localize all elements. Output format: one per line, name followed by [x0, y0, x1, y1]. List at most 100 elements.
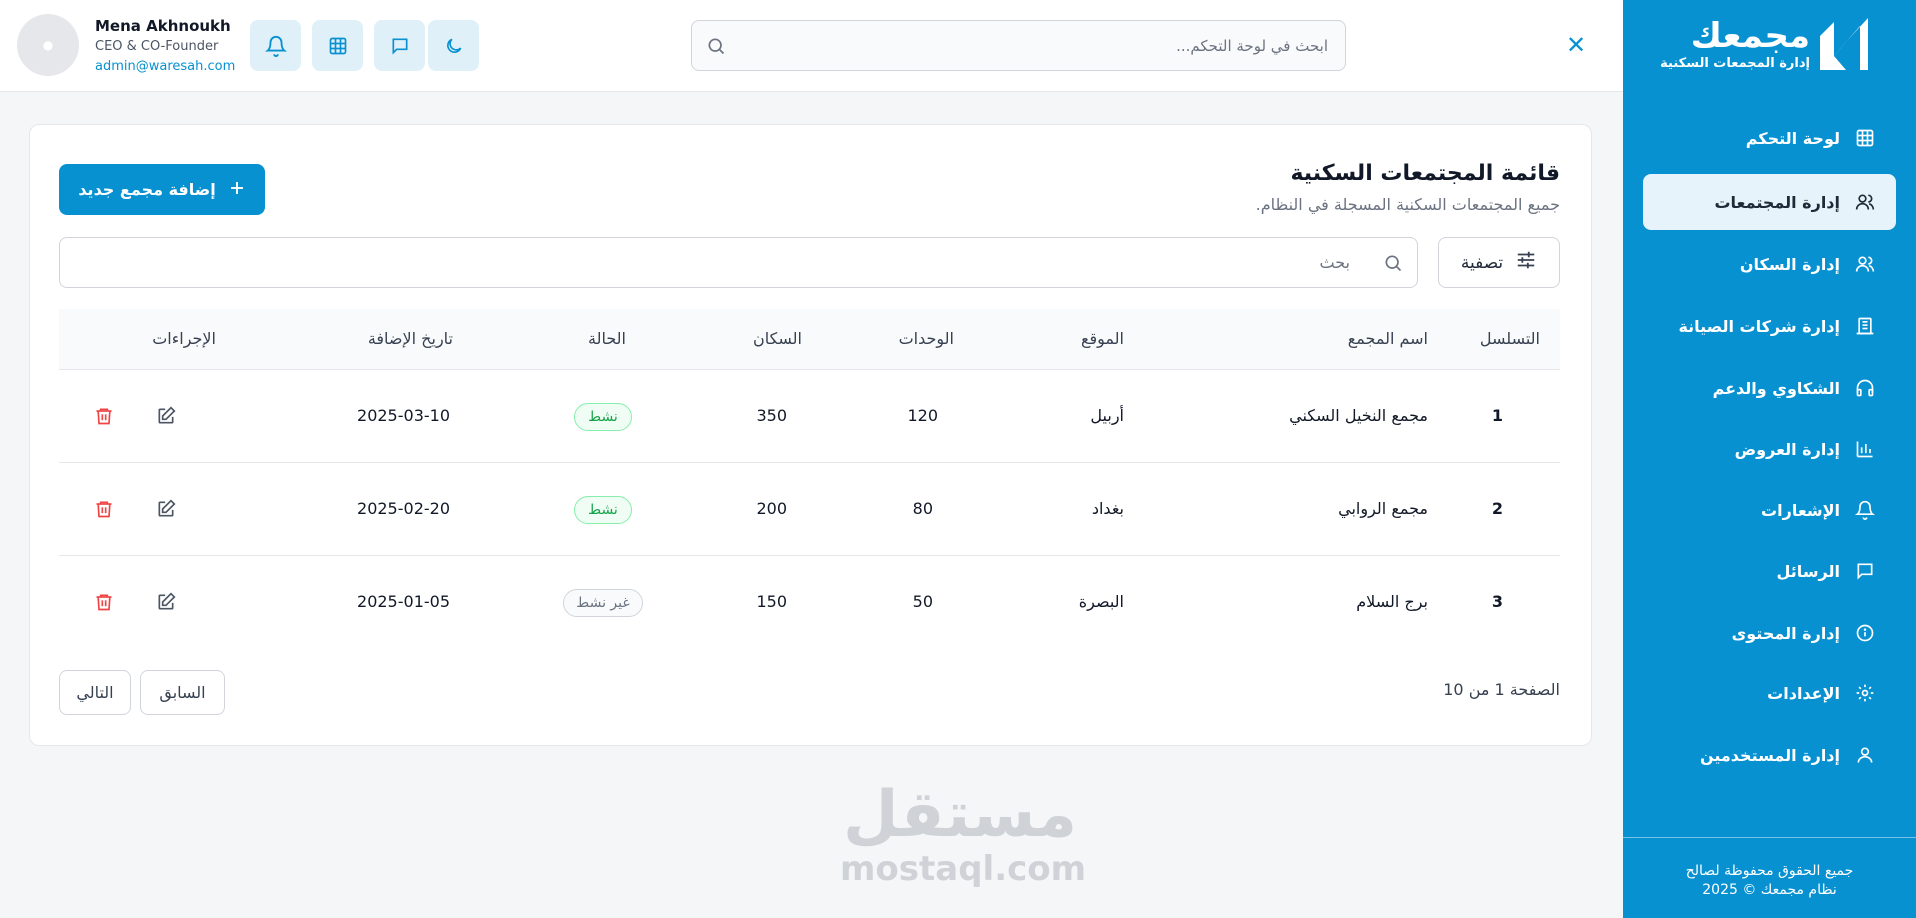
- message-icon: [392, 38, 407, 55]
- cell-residents: 350: [756, 406, 787, 425]
- plus-icon: [228, 179, 246, 201]
- copyright: جميع الحقوق محفوظة لصالح نظام مجمعك © 20…: [1623, 862, 1916, 900]
- table-search: [59, 237, 1418, 288]
- messages-button[interactable]: [374, 20, 425, 71]
- search-icon: [706, 36, 726, 60]
- add-community-button[interactable]: إضافة مجمع جديد: [59, 164, 265, 215]
- watermark: مستقل mostaql.com: [840, 778, 1086, 888]
- cell-serial: 3: [1491, 592, 1503, 611]
- search-icon: [1383, 253, 1403, 277]
- page-title: قائمة المجتمعات السكنية: [1290, 161, 1560, 186]
- logo-title: مجمعك: [1690, 16, 1810, 56]
- logo-mark-icon: [1820, 18, 1868, 70]
- sidebar-item-label: إدارة المستخدمين: [1699, 745, 1840, 765]
- copyright-line-2: نظام مجمعك © 2025: [1702, 882, 1837, 898]
- sidebar-item-label: الرسائل: [1776, 561, 1840, 581]
- cell-date: 2025-01-05: [357, 592, 450, 611]
- notifications-button[interactable]: [250, 20, 301, 71]
- info-icon: [1854, 622, 1876, 644]
- col-status: الحالة: [588, 329, 626, 348]
- sidebar-item-residents[interactable]: إدارة السكان: [1643, 236, 1896, 292]
- next-page-button[interactable]: التالي: [59, 670, 131, 715]
- sidebar-item-communities[interactable]: إدارة المجتمعات: [1643, 174, 1896, 230]
- gear-icon: [1854, 682, 1876, 704]
- cell-location: بغداد: [1091, 499, 1124, 518]
- table-header: التسلسل اسم المجمع الموقع الوحدات السكان…: [59, 309, 1560, 370]
- watermark-arabic: مستقل: [842, 778, 1078, 852]
- table-row: 3 برج السلام البصرة 50 150 غير نشط 2025-…: [59, 556, 1560, 649]
- filter-button[interactable]: تصفية: [1438, 237, 1560, 288]
- chart-bars-icon: [1854, 438, 1876, 460]
- col-units: الوحدات: [898, 329, 954, 348]
- col-location: الموقع: [1081, 329, 1124, 348]
- copyright-line-1: جميع الحقوق محفوظة لصالح: [1685, 863, 1854, 879]
- bell-icon: [1854, 499, 1876, 521]
- user-name: Mena Akhnoukh: [95, 17, 231, 35]
- sidebar-item-label: الإعدادات: [1767, 683, 1840, 703]
- sidebar-item-users[interactable]: إدارة المستخدمين: [1643, 727, 1896, 783]
- cell-units: 120: [907, 406, 938, 425]
- cell-units: 50: [912, 592, 933, 611]
- user-icon: [1854, 744, 1876, 766]
- sidebar-item-label: إدارة شركات الصيانة: [1678, 316, 1840, 336]
- cell-name: مجمع النخيل السكني: [1289, 406, 1428, 425]
- logo-subtitle: إدارة المجمعات السكنية: [1660, 56, 1810, 71]
- top-header: ✕ ● Mena Akhnoukh CEO & CO-Founder admin…: [0, 0, 1623, 92]
- table-row: 1 مجمع النخيل السكني أربيل 120 350 نشط 2…: [59, 370, 1560, 463]
- table-row: 2 مجمع الروابي بغداد 80 200 نشط 2025-02-…: [59, 463, 1560, 556]
- header-search-input[interactable]: [738, 21, 1328, 70]
- delete-icon[interactable]: [94, 499, 116, 521]
- cell-date: 2025-02-20: [357, 499, 450, 518]
- logo[interactable]: مجمعك إدارة المجمعات السكنية: [1660, 14, 1872, 74]
- sidebar-item-label: إدارة السكان: [1739, 254, 1840, 274]
- cell-location: البصرة: [1078, 592, 1124, 611]
- sidebar-item-settings[interactable]: الإعدادات: [1643, 665, 1896, 721]
- delete-icon[interactable]: [94, 592, 116, 614]
- previous-page-button[interactable]: السابق: [140, 670, 225, 715]
- pagination-info: الصفحة 1 من 10: [1443, 680, 1560, 699]
- col-actions: الإجراءات: [152, 329, 216, 348]
- avatar-placeholder-icon: ●: [42, 38, 54, 52]
- col-date: تاريخ الإضافة: [367, 329, 453, 348]
- sidebar-item-support[interactable]: الشكاوي والدعم: [1643, 360, 1896, 416]
- communities-card: قائمة المجتمعات السكنية جميع المجتمعات ا…: [29, 124, 1592, 746]
- status-badge: نشط: [574, 496, 632, 524]
- cell-location: أربيل: [1090, 406, 1124, 425]
- message-icon: [1854, 560, 1876, 582]
- user-email[interactable]: admin@waresah.com: [95, 57, 235, 77]
- sidebar-item-notifications[interactable]: الإشعارات: [1643, 482, 1896, 538]
- cell-units: 80: [912, 499, 933, 518]
- cell-name: برج السلام: [1356, 592, 1428, 611]
- bell-icon: [264, 35, 287, 57]
- page-subtitle: جميع المجتمعات السكنية المسجلة في النظام…: [1255, 195, 1560, 214]
- apps-button[interactable]: [312, 20, 363, 71]
- filter-label: تصفية: [1460, 252, 1504, 273]
- user-profile[interactable]: ● Mena Akhnoukh CEO & CO-Founder admin@w…: [17, 14, 235, 77]
- sidebar-item-content[interactable]: إدارة المحتوى: [1643, 605, 1896, 661]
- edit-icon[interactable]: [156, 499, 178, 521]
- close-sidebar-icon[interactable]: ✕: [1563, 32, 1589, 58]
- sidebar-item-label: إدارة المحتوى: [1731, 623, 1840, 643]
- sidebar-item-maintenance[interactable]: إدارة شركات الصيانة: [1643, 298, 1896, 354]
- sidebar-item-messages[interactable]: الرسائل: [1643, 543, 1896, 599]
- sidebar-item-dashboard[interactable]: لوحة التحكم: [1643, 110, 1896, 166]
- building-icon: [1854, 315, 1876, 337]
- sidebar-item-label: الإشعارات: [1761, 500, 1840, 520]
- edit-icon[interactable]: [156, 592, 178, 614]
- table-search-input[interactable]: [70, 238, 1350, 287]
- edit-icon[interactable]: [156, 406, 178, 428]
- sidebar: مجمعك إدارة المجمعات السكنية لوحة التحكم…: [1623, 0, 1916, 918]
- user-role: CEO & CO-Founder: [95, 39, 219, 54]
- col-serial: التسلسل: [1479, 329, 1540, 348]
- sidebar-item-label: إدارة العروض: [1734, 439, 1840, 459]
- headphones-icon: [1854, 377, 1876, 399]
- col-name: اسم المجمع: [1347, 329, 1428, 348]
- sidebar-item-label: لوحة التحكم: [1745, 128, 1840, 148]
- delete-icon[interactable]: [94, 406, 116, 428]
- users-icon: [1854, 191, 1876, 213]
- sidebar-item-offers[interactable]: إدارة العروض: [1643, 421, 1896, 477]
- cell-serial: 1: [1491, 406, 1503, 425]
- cell-residents: 200: [756, 499, 787, 518]
- theme-toggle-button[interactable]: [428, 20, 479, 71]
- status-badge: نشط: [574, 403, 632, 431]
